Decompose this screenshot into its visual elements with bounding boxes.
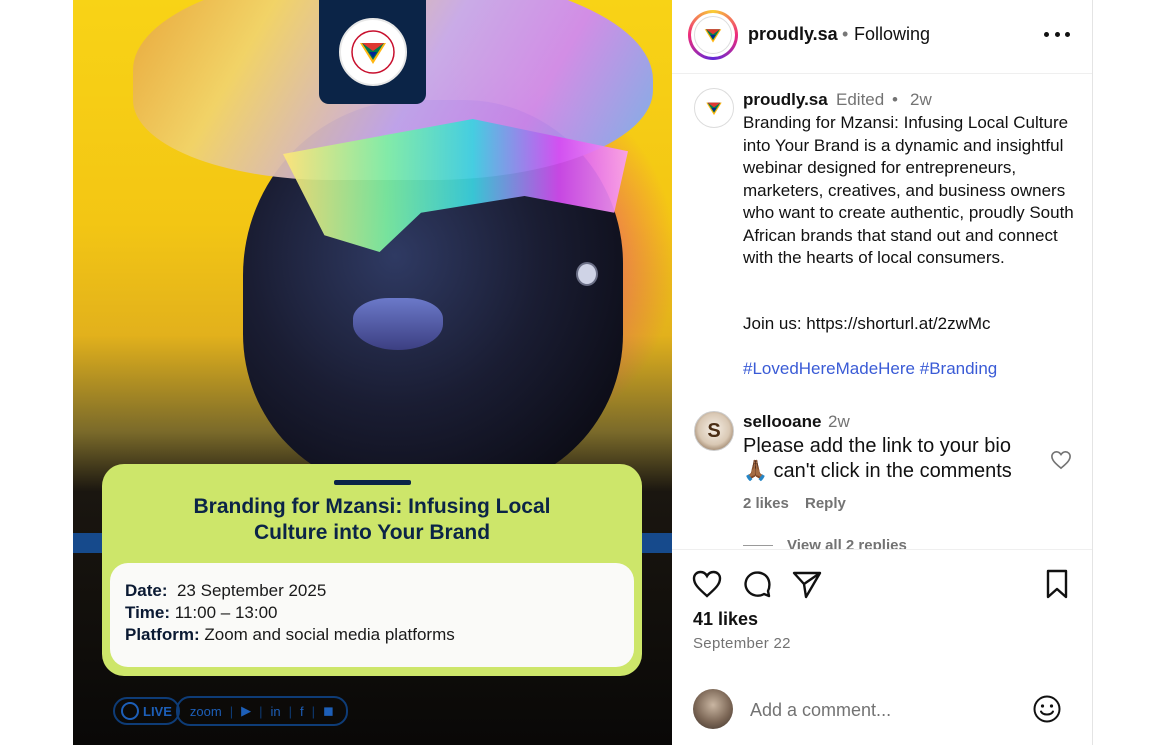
- platform-value: Zoom and social media platforms: [204, 625, 455, 644]
- caption-join-link: Join us: https://shorturl.at/2zwMc: [743, 314, 991, 333]
- proudly-sa-logo: [338, 18, 407, 86]
- emoji-smiley-icon[interactable]: [1032, 694, 1062, 724]
- commenter-username[interactable]: sellooane: [743, 412, 821, 432]
- like-heart-icon[interactable]: [691, 568, 723, 600]
- comment-text: Please add the link to your bio 🙏🏾 can't…: [743, 434, 1033, 484]
- header-separator: •: [842, 24, 849, 44]
- add-comment-input[interactable]: [748, 694, 1012, 726]
- live-icon: [121, 702, 139, 720]
- youtube-icon: ▶: [241, 703, 252, 718]
- caption-text: Branding for Mzansi: Infusing Local Cult…: [743, 113, 1074, 267]
- comment-reply-button[interactable]: Reply: [805, 495, 846, 512]
- post-header: proudly.sa • Following: [672, 0, 1092, 74]
- comment-bubble-icon[interactable]: [741, 568, 773, 600]
- comment-text-line2: 🙏🏾 can't click in the comments: [743, 460, 1012, 482]
- brand-logo-tab: [319, 0, 426, 104]
- comment-text-line1: Please add the link to your bio: [743, 435, 1011, 457]
- live-label: LIVE: [143, 703, 172, 719]
- caption-timestamp[interactable]: 2w: [910, 90, 932, 110]
- proudly-sa-logo-small: [694, 16, 732, 54]
- hashtag-lovedheremadehere[interactable]: #LovedHereMadeHere: [743, 359, 915, 378]
- current-user-avatar: [693, 689, 733, 729]
- view-replies-button[interactable]: View all 2 replies: [743, 537, 907, 549]
- caption-avatar[interactable]: [694, 88, 734, 128]
- event-time-row: Time: 11:00 – 13:00: [125, 603, 278, 623]
- event-card: Branding for Mzansi: Infusing Local Cult…: [102, 464, 642, 676]
- post-image[interactable]: Branding for Mzansi: Infusing Local Cult…: [73, 0, 672, 745]
- event-title-line2: Culture into Your Brand: [253, 521, 491, 544]
- platform-badges: LIVE zoom | ▶ | in | f | ◼: [113, 696, 348, 726]
- linkedin-icon: in: [270, 703, 281, 719]
- author-avatar[interactable]: [688, 10, 738, 60]
- event-details: Date: 23 September 2025 Time: 11:00 – 13…: [110, 563, 634, 667]
- post-panel: proudly.sa • Following proudly.sa Edited…: [672, 0, 1093, 745]
- card-accent-bar: [334, 480, 411, 485]
- comment-likes[interactable]: 2 likes: [743, 495, 789, 512]
- date-value: 23 September 2025: [176, 581, 327, 600]
- post-actions: 41 likes September 22: [672, 549, 1092, 670]
- author-username[interactable]: proudly.sa: [748, 24, 838, 45]
- model-lips: [353, 298, 443, 350]
- caption-edited: Edited: [836, 90, 885, 109]
- event-date-row: Date: 23 September 2025: [125, 581, 326, 601]
- date-label: Date:: [125, 581, 168, 600]
- event-title: Branding for Mzansi: Infusing Local Cult…: [122, 494, 622, 546]
- caption-hashtags: #LovedHereMadeHere #Branding: [743, 359, 997, 379]
- time-label: Time:: [125, 603, 171, 622]
- time-value: 11:00 – 13:00: [174, 603, 278, 622]
- comment-timestamp[interactable]: 2w: [828, 412, 850, 432]
- more-options-icon[interactable]: [1044, 22, 1070, 46]
- share-send-icon[interactable]: [791, 568, 823, 600]
- post-date[interactable]: September 22: [693, 635, 791, 652]
- earring: [576, 262, 598, 286]
- zoom-label: zoom: [189, 703, 222, 719]
- comment-like-heart-icon[interactable]: [1050, 450, 1072, 470]
- facebook-icon: f: [300, 703, 304, 719]
- caption-separator: •: [892, 90, 898, 109]
- platforms-pill: zoom | ▶ | in | f | ◼: [175, 696, 348, 726]
- likes-count[interactable]: 41 likes: [693, 609, 758, 630]
- comments-scroll-area[interactable]: proudly.sa Edited • 2w Branding for Mzan…: [672, 74, 1092, 549]
- following-button[interactable]: Following: [854, 24, 930, 45]
- add-comment-bar: [672, 670, 1092, 745]
- view-replies-label: View all 2 replies: [787, 537, 907, 549]
- event-title-line1: Branding for Mzansi: Infusing Local: [193, 495, 551, 518]
- save-bookmark-icon[interactable]: [1041, 568, 1073, 600]
- caption-username[interactable]: proudly.sa: [743, 90, 828, 110]
- hashtag-branding[interactable]: #Branding: [920, 359, 998, 378]
- instagram-icon: ◼: [323, 703, 334, 718]
- commenter-avatar[interactable]: S: [694, 411, 734, 451]
- platform-label: Platform:: [125, 625, 200, 644]
- replies-divider: [743, 545, 773, 546]
- event-platform-row: Platform: Zoom and social media platform…: [125, 625, 455, 645]
- live-badge: LIVE: [113, 697, 180, 725]
